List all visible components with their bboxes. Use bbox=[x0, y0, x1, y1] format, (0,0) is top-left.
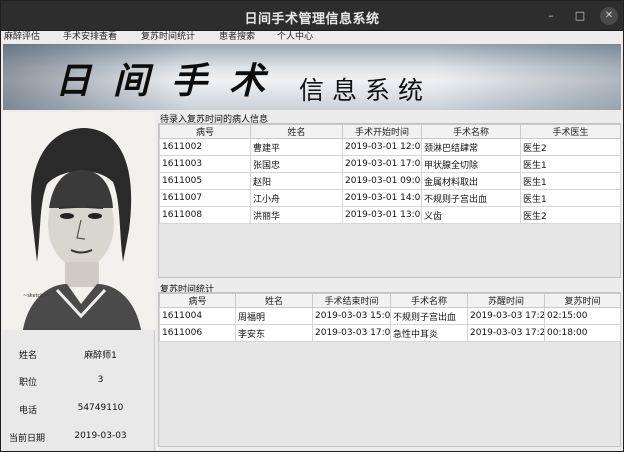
cell-start-time[interactable]: 2019-03-01 17:00... bbox=[342, 155, 422, 173]
cell-name[interactable]: 周福明 bbox=[235, 307, 313, 325]
cell-name[interactable]: 江小舟 bbox=[250, 189, 343, 207]
profile-name-row: 姓名 麻醉师1 bbox=[3, 348, 155, 362]
cell-start-time[interactable]: 2019-03-01 12:00... bbox=[342, 138, 422, 156]
cell-end-time[interactable]: 2019-03-03 17:02... bbox=[312, 324, 391, 342]
cell-name[interactable]: 张国忠 bbox=[250, 155, 343, 173]
cell-surgery-name[interactable]: 金属材料取出 bbox=[421, 172, 521, 190]
stats-table: 病号 姓名 手术结束时间 手术名称 苏醒时间 复苏时间 1611004 周福明 … bbox=[159, 293, 621, 342]
profile-position-value: 3 bbox=[97, 375, 104, 385]
banner-calligraphy: 日间手术 bbox=[55, 60, 288, 102]
maximize-icon[interactable]: □ bbox=[571, 7, 589, 25]
cell-surgeon[interactable]: 医生1 bbox=[520, 172, 621, 190]
cell-patient-id[interactable]: 1611007 bbox=[159, 189, 251, 207]
stats-table-container: 病号 姓名 手术结束时间 手术名称 苏醒时间 复苏时间 1611004 周福明 … bbox=[158, 292, 621, 447]
cell-recovery-time[interactable]: 00:18:00 bbox=[544, 324, 621, 342]
cell-patient-id[interactable]: 1611002 bbox=[159, 138, 251, 156]
col-header-wake-time[interactable]: 苏醒时间 bbox=[467, 293, 545, 308]
cell-patient-id[interactable]: 1611005 bbox=[159, 172, 251, 190]
banner-image: 日间手术 信息系统 bbox=[3, 44, 621, 110]
profile-position-label: 职位 bbox=[19, 378, 38, 388]
cell-start-time[interactable]: 2019-03-01 13:00... bbox=[342, 206, 422, 224]
cell-name[interactable]: 赵阳 bbox=[250, 172, 343, 190]
menu-patient-search[interactable]: 患者搜索 bbox=[219, 31, 255, 44]
cell-start-time[interactable]: 2019-03-01 14:01... bbox=[342, 189, 422, 207]
profile-phone-row: 电话 54749110 bbox=[3, 403, 155, 417]
col-header-end-time[interactable]: 手术结束时间 bbox=[312, 293, 391, 308]
profile-phone-label: 电话 bbox=[19, 406, 38, 416]
cell-end-time[interactable]: 2019-03-03 15:05... bbox=[312, 307, 391, 325]
cell-surgery-name[interactable]: 甲状腺全切除 bbox=[421, 155, 521, 173]
profile-name-value: 麻醉师1 bbox=[84, 351, 117, 361]
window-title: 日间手术管理信息系统 bbox=[244, 12, 380, 27]
profile-date-row: 当前日期 2019-03-03 bbox=[3, 431, 155, 445]
col-header-patient-id[interactable]: 病号 bbox=[159, 124, 251, 139]
col-header-surgery-name[interactable]: 手术名称 bbox=[390, 293, 468, 308]
table-row[interactable]: 1611002 曹建平 2019-03-01 12:00... 颈淋巴结肆常 医… bbox=[159, 138, 621, 156]
cell-name[interactable]: 曹建平 bbox=[250, 138, 343, 156]
col-header-surgeon[interactable]: 手术医生 bbox=[520, 124, 621, 139]
close-icon[interactable]: ✕ bbox=[600, 7, 618, 25]
menu-personal-center[interactable]: 个人中心 bbox=[277, 31, 313, 44]
cell-start-time[interactable]: 2019-03-01 09:00... bbox=[342, 172, 422, 190]
profile-photo: ~sketch~ bbox=[3, 112, 155, 330]
table-row[interactable]: 1611008 洪丽华 2019-03-01 13:00... 义齿 医生2 bbox=[159, 206, 621, 224]
cell-surgery-name[interactable]: 不规则子宫出血 bbox=[421, 189, 521, 207]
cell-name[interactable]: 李安东 bbox=[235, 324, 313, 342]
cell-patient-id[interactable]: 1611004 bbox=[159, 307, 236, 325]
cell-surgery-name[interactable]: 颈淋巴结肆常 bbox=[421, 138, 521, 156]
cell-surgery-name[interactable]: 不规则子宫出血 bbox=[390, 307, 468, 325]
menu-recovery-stats[interactable]: 复苏时间统计 bbox=[141, 31, 195, 44]
svg-text:~sketch~: ~sketch~ bbox=[23, 293, 48, 299]
cell-surgery-name[interactable]: 急性中耳炎 bbox=[390, 324, 468, 342]
pending-header-row: 病号 姓名 手术开始时间 手术名称 手术医生 bbox=[159, 124, 621, 139]
profile-name-label: 姓名 bbox=[19, 351, 38, 361]
table-row[interactable]: 1611007 江小舟 2019-03-01 14:01... 不规则子宫出血 … bbox=[159, 189, 621, 207]
cell-recovery-time[interactable]: 02:15:00 bbox=[544, 307, 621, 325]
cell-surgeon[interactable]: 医生2 bbox=[520, 206, 621, 224]
table-row[interactable]: 1611005 赵阳 2019-03-01 09:00... 金属材料取出 医生… bbox=[159, 172, 621, 190]
menu-surgery-schedule[interactable]: 手术安排查看 bbox=[63, 31, 117, 44]
cell-surgeon[interactable]: 医生1 bbox=[520, 155, 621, 173]
cell-surgeon[interactable]: 医生2 bbox=[520, 138, 621, 156]
table-row[interactable]: 1611006 李安东 2019-03-03 17:02... 急性中耳炎 20… bbox=[159, 324, 621, 342]
cell-patient-id[interactable]: 1611003 bbox=[159, 155, 251, 173]
col-header-patient-id[interactable]: 病号 bbox=[159, 293, 236, 308]
cell-wake-time[interactable]: 2019-03-03 17:20... bbox=[467, 307, 545, 325]
app-window: 日间手术管理信息系统 – □ ✕ 麻醉评估 手术安排查看 复苏时间统计 患者搜索… bbox=[0, 0, 624, 452]
profile-panel: ~sketch~ 姓名 麻醉师1 职位 3 电话 54749110 当前日期 2… bbox=[3, 112, 155, 451]
cell-wake-time[interactable]: 2019-03-03 17:20... bbox=[467, 324, 545, 342]
cell-surgeon[interactable]: 医生1 bbox=[520, 189, 621, 207]
profile-date-value: 2019-03-03 bbox=[74, 431, 127, 441]
minimize-icon[interactable]: – bbox=[542, 7, 560, 25]
stats-header-row: 病号 姓名 手术结束时间 手术名称 苏醒时间 复苏时间 bbox=[159, 293, 621, 308]
banner-subtitle: 信息系统 bbox=[299, 76, 432, 105]
col-header-start-time[interactable]: 手术开始时间 bbox=[342, 124, 422, 139]
cell-patient-id[interactable]: 1611006 bbox=[159, 324, 236, 342]
col-header-name[interactable]: 姓名 bbox=[250, 124, 343, 139]
col-header-surgery-name[interactable]: 手术名称 bbox=[421, 124, 521, 139]
table-row[interactable]: 1611003 张国忠 2019-03-01 17:00... 甲状腺全切除 医… bbox=[159, 155, 621, 173]
profile-phone-value: 54749110 bbox=[77, 403, 124, 413]
cell-name[interactable]: 洪丽华 bbox=[250, 206, 343, 224]
cell-patient-id[interactable]: 1611008 bbox=[159, 206, 251, 224]
profile-date-label: 当前日期 bbox=[9, 434, 46, 444]
menu-anesthesia-assessment[interactable]: 麻醉评估 bbox=[4, 31, 40, 44]
menu-bar: 麻醉评估 手术安排查看 复苏时间统计 患者搜索 个人中心 bbox=[1, 31, 623, 44]
col-header-name[interactable]: 姓名 bbox=[235, 293, 313, 308]
profile-position-row: 职位 3 bbox=[3, 375, 155, 389]
title-bar: 日间手术管理信息系统 – □ ✕ bbox=[1, 1, 623, 31]
cell-surgery-name[interactable]: 义齿 bbox=[421, 206, 521, 224]
col-header-recovery-time[interactable]: 复苏时间 bbox=[544, 293, 621, 308]
pending-table: 病号 姓名 手术开始时间 手术名称 手术医生 1611002 曹建平 2019-… bbox=[159, 124, 621, 224]
pending-table-container: 病号 姓名 手术开始时间 手术名称 手术医生 1611002 曹建平 2019-… bbox=[158, 123, 621, 278]
table-row[interactable]: 1611004 周福明 2019-03-03 15:05... 不规则子宫出血 … bbox=[159, 307, 621, 325]
